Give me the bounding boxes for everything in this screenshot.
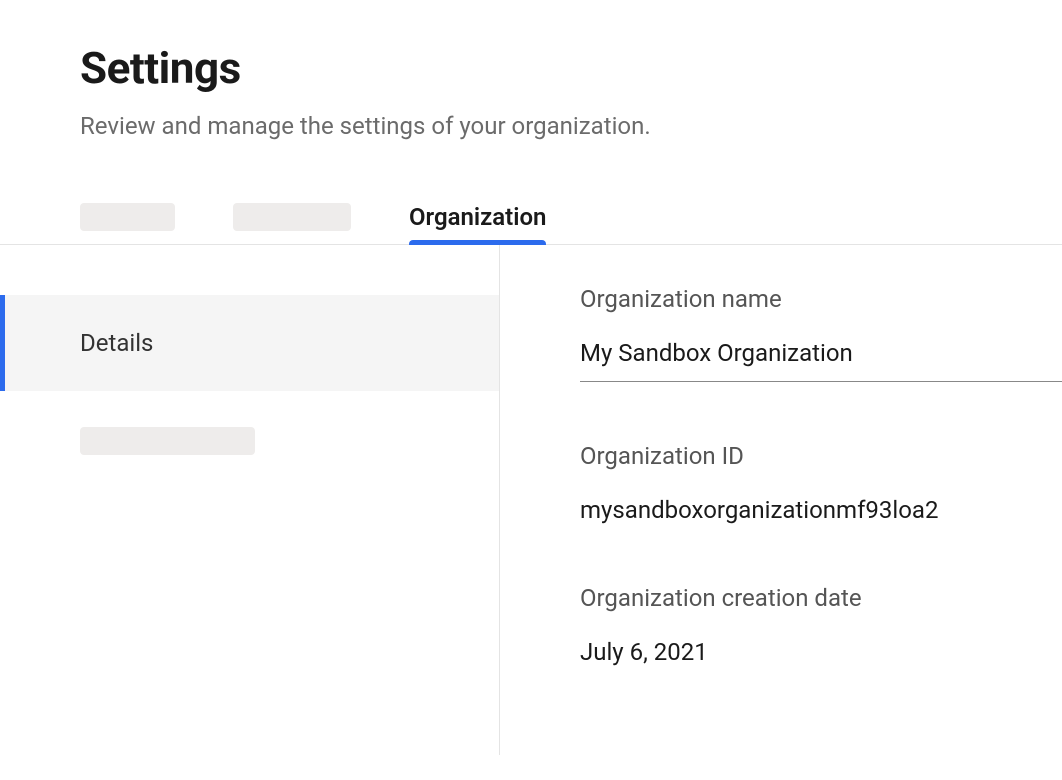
page-subtitle: Review and manage the settings of your o… xyxy=(80,112,1062,140)
content-area: Details Organization name Organization I… xyxy=(0,245,1062,755)
main-panel: Organization name Organization ID mysand… xyxy=(500,245,1062,755)
tab-placeholder xyxy=(80,203,175,231)
sidebar-placeholder xyxy=(80,427,255,455)
org-name-input[interactable] xyxy=(580,339,1062,382)
field-label-org-id: Organization ID xyxy=(580,442,1062,470)
tab-placeholder xyxy=(233,203,351,231)
tabs-row: Organization xyxy=(0,190,1062,245)
sidebar-item-label: Details xyxy=(80,329,153,357)
org-id-value: mysandboxorganizationmf93loa2 xyxy=(580,496,1062,524)
field-org-id: Organization ID mysandboxorganizationmf9… xyxy=(580,442,1062,524)
field-label-org-name: Organization name xyxy=(580,285,1062,313)
field-label-org-creation-date: Organization creation date xyxy=(580,584,1062,612)
field-org-name: Organization name xyxy=(580,285,1062,382)
settings-sidebar: Details xyxy=(0,245,500,755)
field-org-creation-date: Organization creation date July 6, 2021 xyxy=(580,584,1062,666)
tab-organization[interactable]: Organization xyxy=(409,190,546,244)
page-title: Settings xyxy=(80,42,1062,94)
page-header: Settings Review and manage the settings … xyxy=(0,0,1062,140)
org-creation-date-value: July 6, 2021 xyxy=(580,638,1062,666)
sidebar-item-details[interactable]: Details xyxy=(0,295,499,391)
